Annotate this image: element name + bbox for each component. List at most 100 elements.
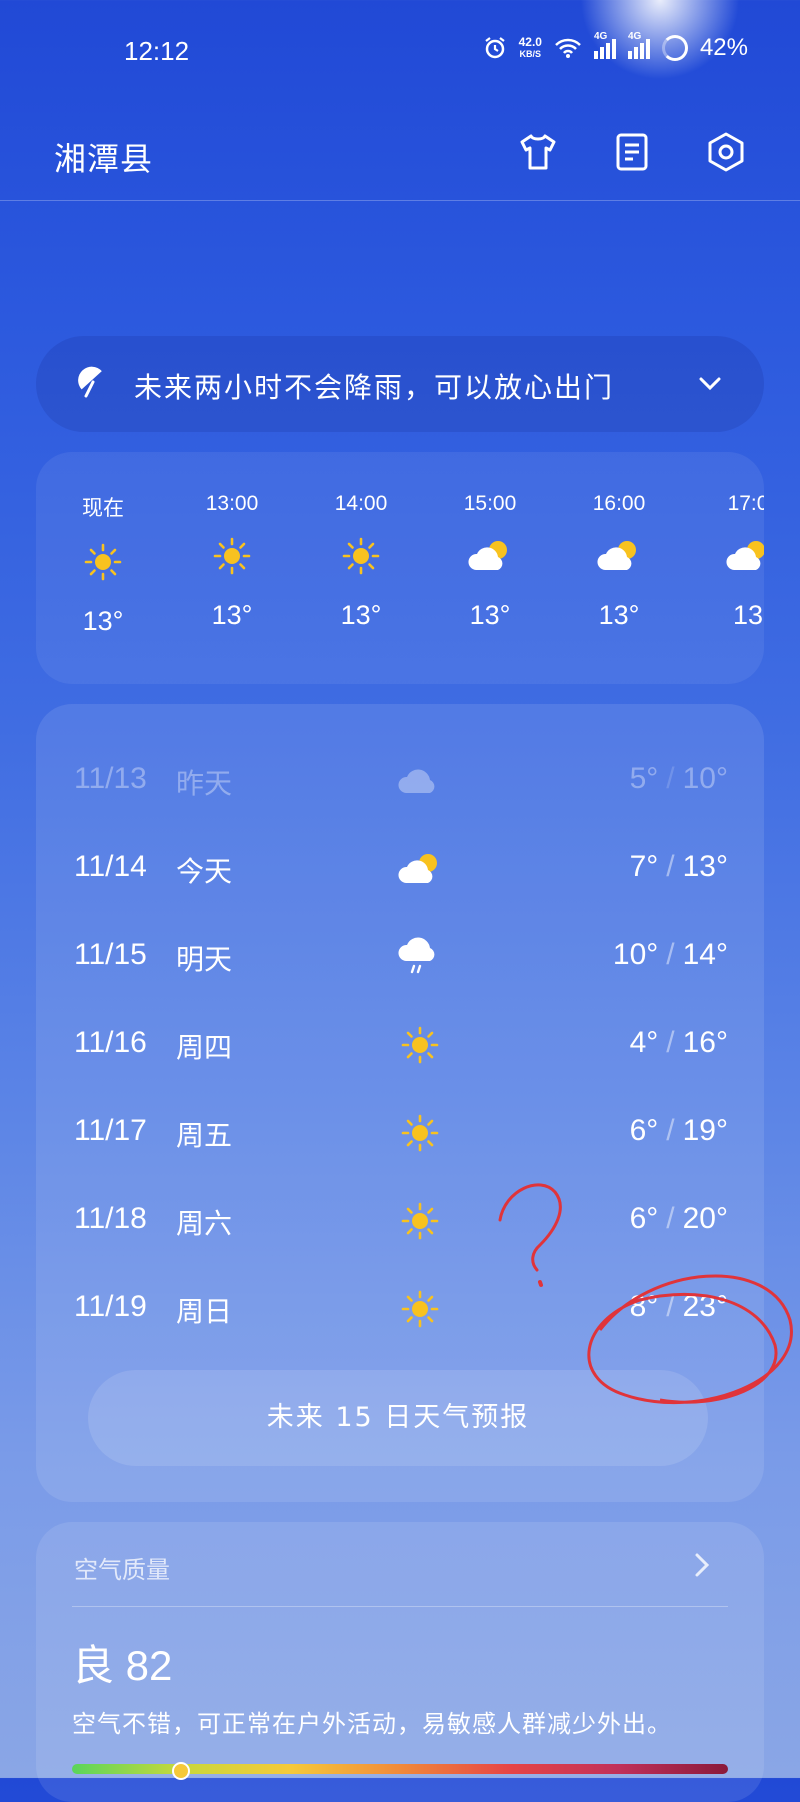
temp-high: 20° <box>682 1202 728 1235</box>
temp-low: 10° <box>612 938 659 971</box>
sun-icon <box>48 532 158 592</box>
sun-icon <box>390 1196 450 1246</box>
daily-row[interactable]: 11/16 周四 4°/16° <box>36 1014 764 1074</box>
chevron-right-icon[interactable] <box>690 1552 714 1578</box>
hour-label: 17:0 <box>727 492 764 515</box>
temp-range: 5°/10° <box>630 762 728 796</box>
temp-high: 23° <box>682 1290 728 1323</box>
temp-separator: / <box>666 850 675 883</box>
hour-temp: 13° <box>82 606 124 636</box>
temp-low: 4° <box>629 1026 659 1059</box>
daily-row[interactable]: 11/13 昨天 5°/10° <box>36 750 764 810</box>
chevron-down-icon[interactable] <box>696 370 724 398</box>
signal-icon-2: 4G <box>627 31 650 59</box>
rain-forecast-banner[interactable]: 未来两小时不会降雨，可以放心出门 <box>36 336 764 432</box>
forecast-15-day-button[interactable]: 未来 15 日天气预报 <box>88 1370 708 1466</box>
temp-range: 6°/19° <box>630 1114 728 1148</box>
temp-high: 13° <box>682 850 728 883</box>
settings-icon[interactable] <box>704 130 748 174</box>
hour-temp: 13 <box>732 600 764 630</box>
document-icon[interactable] <box>610 130 654 174</box>
cloud-icon <box>390 756 450 806</box>
hour-label: 16:00 <box>592 492 646 515</box>
tshirt-icon[interactable] <box>516 130 560 174</box>
partly-cloudy-icon <box>564 526 674 586</box>
temp-range: 8°/23° <box>630 1290 728 1324</box>
hour-temp: 13° <box>469 600 511 630</box>
aqi-scale-bar <box>72 1764 728 1774</box>
hourly-item: 现在 13° <box>48 492 158 637</box>
daily-row[interactable]: 11/15 明天 10°/14° <box>36 926 764 986</box>
partly-cloudy-icon <box>693 526 764 586</box>
sun-icon <box>390 1284 450 1334</box>
sun-icon <box>177 526 287 586</box>
alarm-icon <box>484 37 505 59</box>
temp-low: 8° <box>629 1290 659 1323</box>
temp-high: 10° <box>682 762 728 795</box>
temp-high: 14° <box>682 938 728 971</box>
temp-range: 6°/20° <box>630 1202 728 1236</box>
temp-low: 5° <box>629 762 659 795</box>
sun-icon <box>390 1020 450 1070</box>
city-title[interactable]: 湘潭县 <box>54 134 153 180</box>
hourly-item: 15:00 13° <box>435 492 545 631</box>
day-date: 11/19 <box>74 1290 147 1323</box>
divider <box>72 1606 728 1607</box>
hour-label: 13:00 <box>205 492 259 515</box>
day-weekday: 昨天 <box>176 767 233 800</box>
temp-low: 6° <box>629 1202 659 1235</box>
battery-icon <box>661 35 688 61</box>
wifi-icon <box>555 38 581 58</box>
day-weekday: 周四 <box>176 1031 233 1064</box>
umbrella-icon <box>78 366 102 398</box>
temp-low: 6° <box>629 1114 659 1147</box>
air-quality-card[interactable]: 空气质量 良 82 空气不错，可正常在户外活动，易敏感人群减少外出。 <box>36 1522 764 1802</box>
signal-icon-1: 4G <box>593 31 616 59</box>
status-icons: 42.0 KB/S 4G 4G 42% <box>483 31 748 62</box>
net-speed: 42.0 KB/S <box>518 35 542 59</box>
hourly-item: 14:00 13° <box>306 492 416 631</box>
daily-row[interactable]: 11/17 周五 6°/19° <box>36 1102 764 1162</box>
temp-separator: / <box>666 1290 675 1323</box>
day-date: 11/16 <box>74 1026 147 1059</box>
day-date: 11/13 <box>74 762 147 795</box>
aqi-value: 良 82 <box>72 1642 173 1689</box>
hourly-item: 13:00 13° <box>177 492 287 631</box>
daily-row[interactable]: 11/18 周六 6°/20° <box>36 1190 764 1250</box>
hour-label: 15:00 <box>463 492 517 515</box>
aqi-description: 空气不错，可正常在户外活动，易敏感人群减少外出。 <box>72 1710 672 1738</box>
daily-forecast: 未来 15 日天气预报 11/13 昨天 5°/10° 11/14 今天 7°/1… <box>36 704 764 1502</box>
aqi-indicator <box>171 1762 190 1780</box>
day-date: 11/17 <box>74 1114 147 1147</box>
partly-cloudy-icon <box>435 526 545 586</box>
hourly-item: 17:0 13 <box>693 492 764 631</box>
day-weekday: 明天 <box>176 943 233 976</box>
rain-icon <box>390 932 450 982</box>
sun-icon <box>390 1108 450 1158</box>
temp-separator: / <box>666 1114 675 1147</box>
hourly-item: 16:00 13° <box>564 492 674 631</box>
hour-label: 14:00 <box>334 492 388 515</box>
temp-separator: / <box>666 762 675 795</box>
daily-row[interactable]: 11/14 今天 7°/13° <box>36 838 764 898</box>
battery-percent: 42% <box>699 34 748 61</box>
day-weekday: 周六 <box>176 1207 233 1240</box>
temp-range: 4°/16° <box>630 1026 728 1060</box>
air-quality-title: 空气质量 <box>74 1556 170 1584</box>
temp-separator: / <box>666 1202 675 1235</box>
hour-label: 现在 <box>82 497 124 520</box>
partly-cloudy-icon <box>390 844 450 894</box>
hour-temp: 13° <box>598 600 640 630</box>
sun-icon <box>306 526 416 586</box>
day-weekday: 今天 <box>176 855 233 888</box>
hourly-forecast[interactable]: 现在 13° 13:00 13° 14:00 13° 15:00 13° 16:00 1… <box>36 452 764 684</box>
status-time: 12:12 <box>124 36 190 66</box>
rain-forecast-text: 未来两小时不会降雨，可以放心出门 <box>134 371 615 404</box>
day-date: 11/15 <box>74 938 147 971</box>
temp-high: 16° <box>682 1026 728 1059</box>
daily-row[interactable]: 11/19 周日 8°/23° <box>36 1278 764 1338</box>
app-header: 湘潭县 <box>0 100 800 201</box>
temp-separator: / <box>666 938 675 971</box>
status-bar: 12:12 42.0 KB/S 4G 4G 42% <box>0 0 800 100</box>
temp-separator: / <box>666 1026 675 1059</box>
